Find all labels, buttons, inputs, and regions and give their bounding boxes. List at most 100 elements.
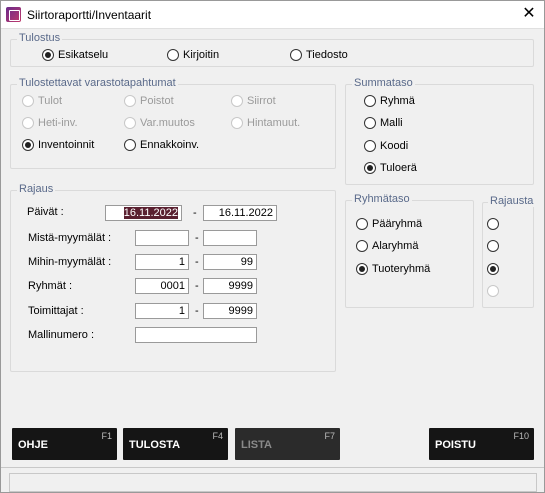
divider [1,467,544,468]
mihin-label: Mihin-myymälät : [28,256,112,268]
paivat-from-input[interactable]: 16.11.2022 [105,205,182,221]
toimittajat-from-input[interactable]: 1 [135,303,189,319]
radio-label: Inventoinnit [38,139,95,151]
mista-label: Mistä-myymälät : [28,232,112,244]
summataso-legend: Summataso [352,77,415,89]
tulosta-button-key: F4 [212,431,223,441]
rajausta-legend: Rajausta [488,195,534,207]
toimittajat-label: Toimittajat : [28,305,84,317]
radio-label: Esikatselu [58,49,109,61]
radio-ennakkoinv[interactable]: Ennakkoinv. [124,139,199,151]
radio-label: Tuloerä [380,162,417,174]
radio-icon [487,240,499,252]
radio-siirrot[interactable]: Siirrot [231,95,276,107]
tulostus-legend: Tulostus [17,32,63,44]
range-separator: - [195,256,199,268]
mallinumero-label: Mallinumero : [28,329,95,341]
lista-button[interactable]: LISTA F7 [235,428,340,460]
rajausta-group: Rajausta [482,195,534,308]
radio-esikatselu[interactable]: Esikatselu [42,49,108,61]
radio-hintamuut[interactable]: Hintamuut. [231,117,300,129]
radio-icon [231,95,243,107]
close-icon[interactable]: ✕ [514,1,544,28]
tulosta-button[interactable]: TULOSTA F4 [123,428,228,460]
radio-label: Hintamuut. [247,117,301,129]
radio-kirjoitin[interactable]: Kirjoitin [167,49,219,61]
radio-label: Kirjoitin [183,49,220,61]
app-icon [6,7,21,22]
lista-button-label: LISTA [241,439,272,451]
lista-button-key: F7 [324,431,335,441]
tulosta-button-label: TULOSTA [129,439,181,451]
radio-icon [290,49,302,61]
radio-label: Pääryhmä [372,218,423,230]
ryhmataso-group: Ryhmätaso Pääryhmä Alaryhmä Tuoteryhmä [345,193,474,308]
radio-heti-inv[interactable]: Heti-inv. [22,117,78,129]
radio-icon [364,140,376,152]
radio-tuoteryhma[interactable]: Tuoteryhmä [356,263,430,275]
tapahtumat-legend: Tulostettavat varastotapahtumat [17,77,178,89]
radio-tulot[interactable]: Tulot [22,95,62,107]
paivat-from-value: 16.11.2022 [123,207,178,219]
range-separator: - [195,305,199,317]
ryhmat-label: Ryhmät : [28,280,73,292]
rajaus-group: Rajaus Päivät : 16.11.2022 - 16.11.2022 … [10,183,336,372]
radio-paaryhma[interactable]: Pääryhmä [356,218,422,230]
radio-icon [487,218,499,230]
radio-malli[interactable]: Malli [364,117,403,129]
summataso-group: Summataso Ryhmä Malli Koodi Tuloerä [345,77,534,185]
radio-icon [356,240,368,252]
range-separator: - [195,232,199,244]
ryhmat-from-input[interactable]: 0001 [135,278,189,294]
toimittajat-to-input[interactable]: 9999 [203,303,257,319]
range-separator: - [193,207,197,219]
radio-tuloera[interactable]: Tuloerä [364,162,417,174]
radio-label: Tulot [38,95,63,107]
window-title: Siirtoraportti/Inventaarit [27,8,152,22]
radio-poistot[interactable]: Poistot [124,95,174,107]
paivat-to-input[interactable]: 16.11.2022 [203,205,277,221]
radio-rajausta-3[interactable] [487,263,503,275]
ryhmat-to-input[interactable]: 9999 [203,278,257,294]
ohje-button[interactable]: OHJE F1 [12,428,117,460]
radio-icon [124,95,136,107]
radio-icon [124,117,136,129]
radio-inventoinnit[interactable]: Inventoinnit [22,139,94,151]
radio-koodi[interactable]: Koodi [364,140,408,152]
radio-label: Malli [380,117,403,129]
radio-icon [364,95,376,107]
tapahtumat-group: Tulostettavat varastotapahtumat Tulot Po… [10,77,336,169]
radio-label: Ryhmä [380,95,415,107]
mihin-to-input[interactable]: 99 [203,254,257,270]
radio-label: Koodi [380,140,409,152]
radio-tiedosto[interactable]: Tiedosto [290,49,348,61]
radio-icon [487,285,499,297]
ohje-button-label: OHJE [18,439,48,451]
radio-alaryhma[interactable]: Alaryhmä [356,240,418,252]
radio-label: Var.muutos [140,117,195,129]
radio-ryhma[interactable]: Ryhmä [364,95,415,107]
paivat-label: Päivät : [27,206,64,218]
radio-icon [22,95,34,107]
mihin-from-input[interactable]: 1 [135,254,189,270]
radio-label: Heti-inv. [38,117,78,129]
tulostus-group: Tulostus Esikatselu Kirjoitin Tiedosto [10,32,534,67]
radio-var-muutos[interactable]: Var.muutos [124,117,195,129]
title-bar: Siirtoraportti/Inventaarit ✕ [1,1,544,29]
radio-icon [356,218,368,230]
radio-rajausta-1[interactable] [487,218,503,230]
range-separator: - [195,280,199,292]
poistu-button-key: F10 [513,431,529,441]
radio-label: Poistot [140,95,174,107]
mista-to-input[interactable] [203,230,257,246]
radio-label: Ennakkoinv. [140,139,200,151]
radio-icon [364,117,376,129]
radio-rajausta-4[interactable] [487,285,503,297]
radio-rajausta-2[interactable] [487,240,503,252]
poistu-button[interactable]: POISTU F10 [429,428,534,460]
dialog-window: Siirtoraportti/Inventaarit ✕ Tulostus Es… [0,0,545,493]
radio-icon [22,139,34,151]
radio-label: Alaryhmä [372,240,419,252]
mallinumero-input[interactable] [135,327,257,343]
mista-from-input[interactable] [135,230,189,246]
